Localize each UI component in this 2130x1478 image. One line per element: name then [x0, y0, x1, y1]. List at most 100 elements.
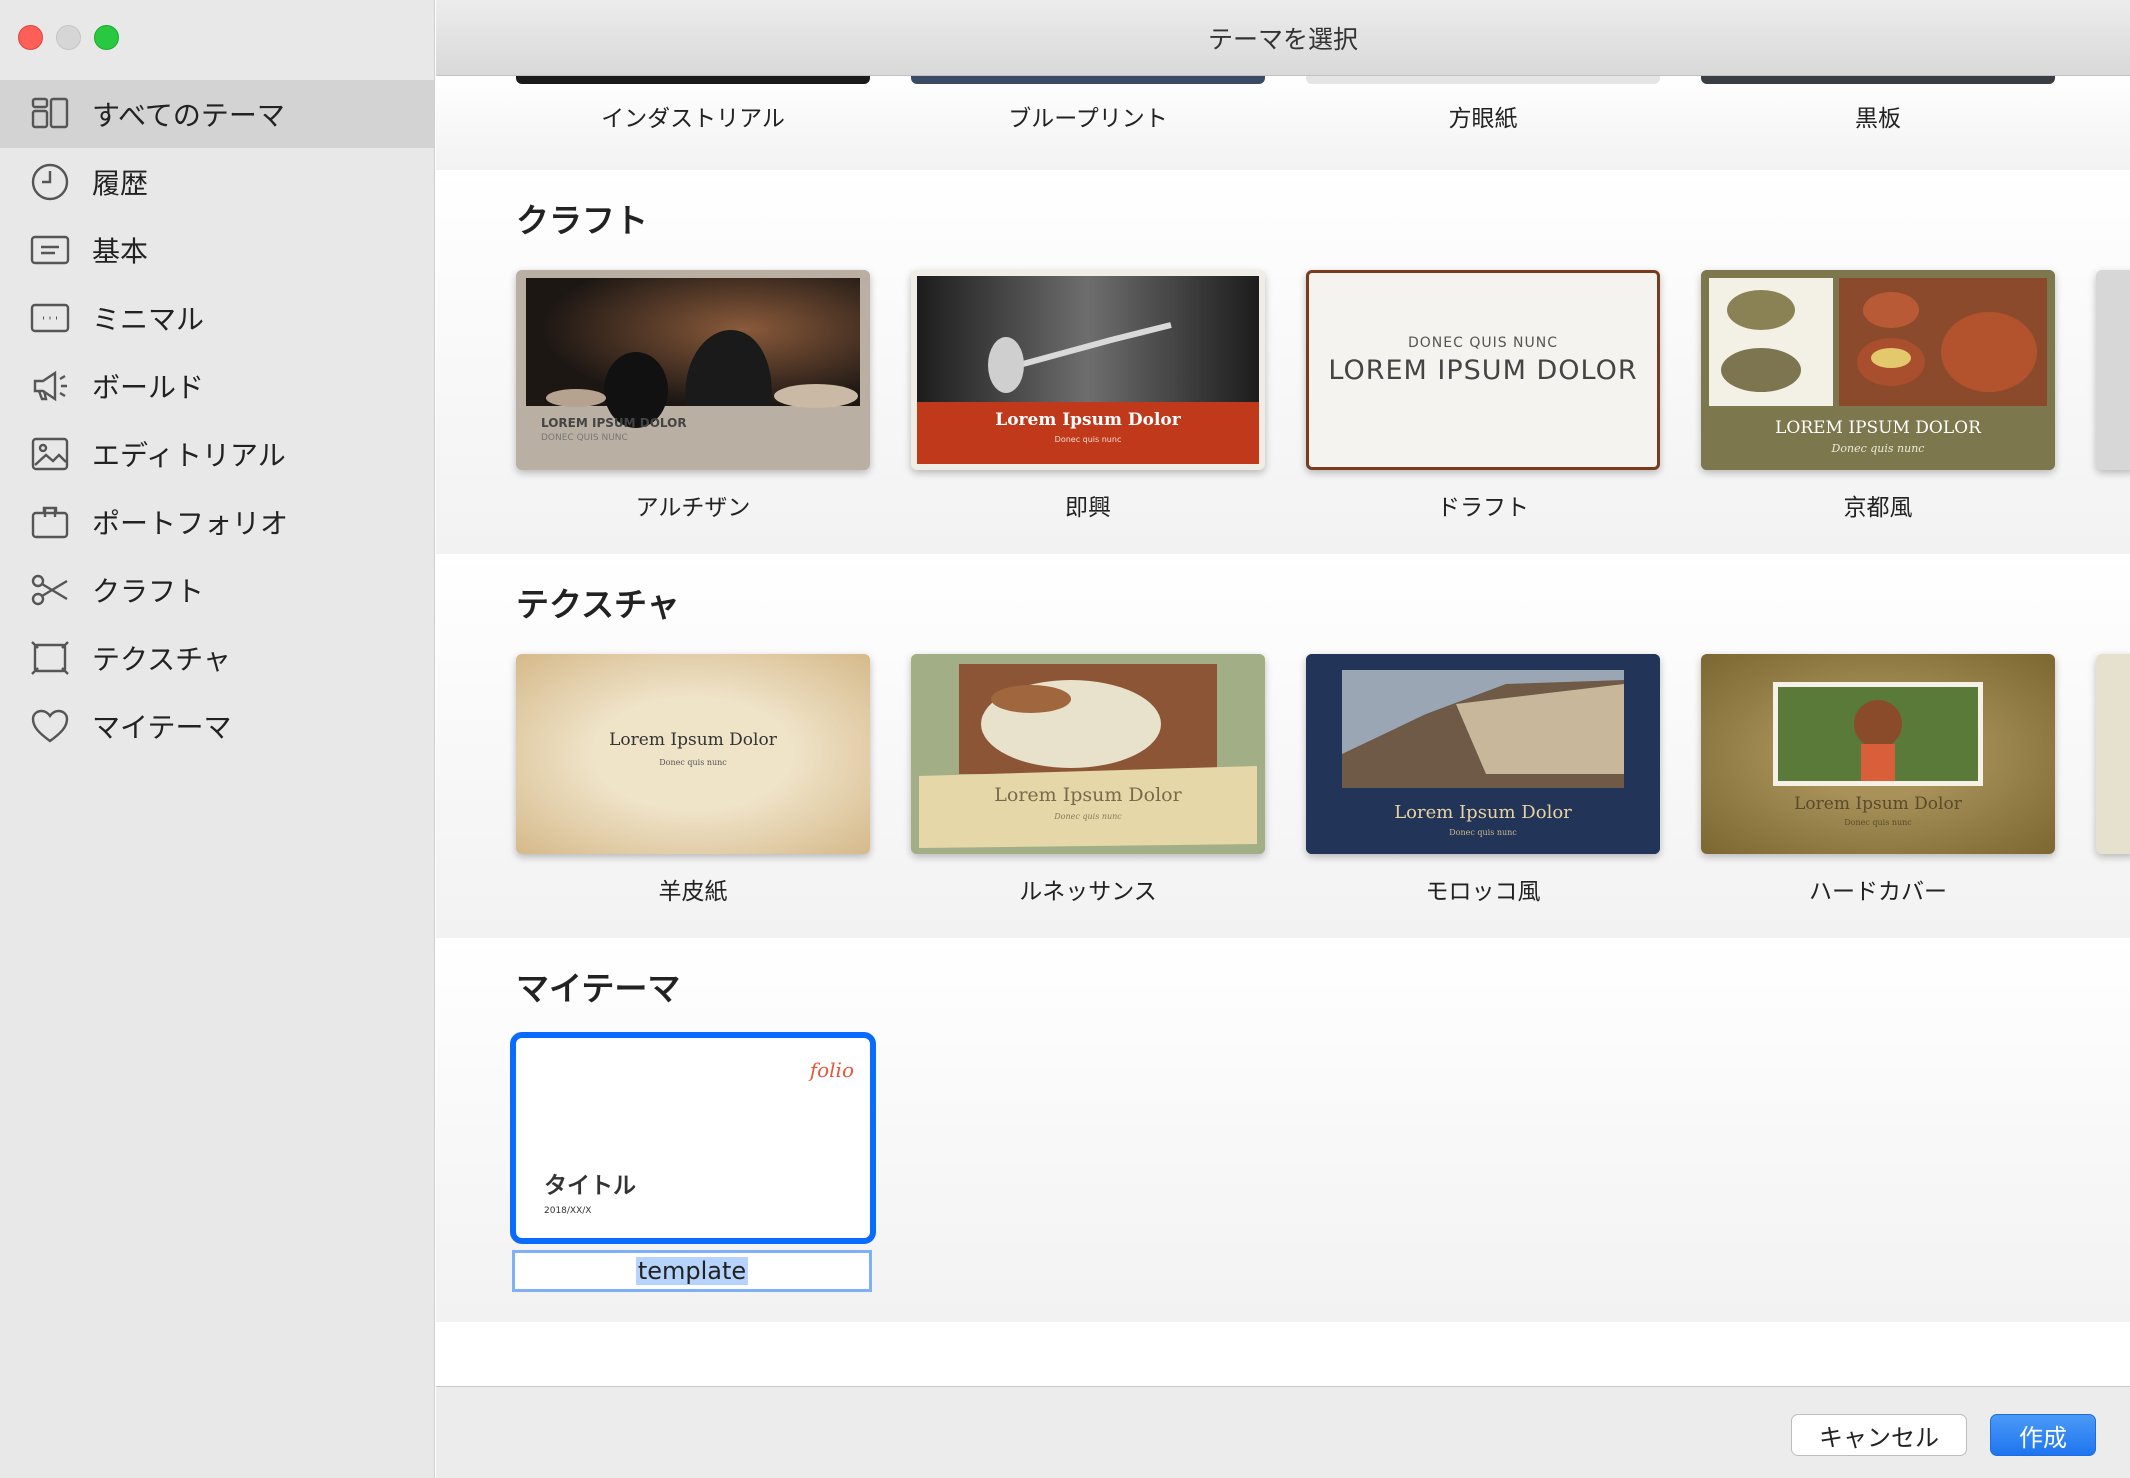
theme-thumbnail-parchment[interactable]: Lorem Ipsum Dolor Donec quis nunc [516, 654, 870, 854]
thumbnail-subtitle: Donec quis nunc [1054, 435, 1122, 444]
sidebar-item-my-themes[interactable]: マイテーマ [0, 692, 434, 760]
theme-label: 羊皮紙 [658, 879, 728, 905]
thumbnail-title: Lorem Ipsum Dolor [995, 410, 1181, 430]
theme-thumbnail-moroccan[interactable]: Lorem Ipsum Dolor Donec quis nunc [1306, 654, 1660, 854]
sidebar-item-editorial[interactable]: エディトリアル [0, 420, 434, 488]
theme-label: ドラフト [1437, 495, 1529, 521]
thumbnail-subtitle: Donec quis nunc [1054, 812, 1122, 821]
heart-icon [28, 704, 72, 748]
thumbnail-title: Lorem Ipsum Dolor [994, 784, 1182, 806]
theme-label: ハードカバー [1809, 879, 1947, 905]
kyoto-preview-image [1701, 270, 2055, 470]
clock-icon [28, 160, 72, 204]
theme-name-field[interactable]: template [512, 1250, 872, 1292]
sidebar-item-label: ポートフォリオ [92, 507, 289, 540]
theme-label: ルネッサンス [1019, 879, 1157, 905]
cancel-button[interactable]: キャンセル [1791, 1414, 1967, 1456]
thumbnail-subtitle: Donec quis nunc [1831, 442, 1925, 455]
basic-slide-icon [28, 228, 72, 272]
window-title-bar: テーマを選択 [436, 0, 2130, 76]
close-window-button[interactable] [18, 25, 43, 50]
megaphone-icon [28, 364, 72, 408]
theme-thumbnail-artisan[interactable]: LOREM IPSUM DOLOR DONEC QUIS NUNC [516, 270, 870, 470]
theme-label: 方眼紙 [1448, 106, 1518, 132]
sidebar-item-minimal[interactable]: ミニマル [0, 284, 434, 352]
sidebar-item-label: ミニマル [92, 303, 205, 336]
thumbnail-title: Lorem Ipsum Dolor [1394, 802, 1572, 823]
thumbnail-subtitle: DONEC QUIS NUNC [541, 433, 628, 443]
frame-icon [28, 636, 72, 680]
theme-thumbnail-kyoto[interactable]: LOREM IPSUM DOLOR Donec quis nunc [1701, 270, 2055, 470]
section-previous: インダストリアル ブループリント 方眼紙 黒板 [436, 76, 2130, 170]
sidebar-item-label: テクスチャ [92, 643, 231, 676]
sidebar-item-label: すべてのテーマ [92, 99, 285, 132]
thumbnail-title: タイトル [544, 1173, 636, 1199]
section-title: テクスチャ [516, 585, 680, 624]
section-title: マイテーマ [516, 969, 681, 1008]
minimal-slide-icon [28, 296, 72, 340]
theme-name-text: template [635, 1257, 749, 1285]
thumbnail-subtitle: Donec quis nunc [1449, 828, 1517, 837]
theme-label: 京都風 [1843, 495, 1913, 521]
theme-label: アルチザン [635, 495, 751, 521]
theme-thumbnail-partial[interactable] [2096, 654, 2130, 854]
thumbnail-date: 2018/XX/X [544, 1206, 592, 1216]
window-title: テーマを選択 [1207, 24, 1358, 54]
sidebar-item-label: エディトリアル [92, 439, 286, 472]
sidebar-item-label: 基本 [92, 235, 149, 268]
thumbnail-subtitle: DONEC QUIS NUNC [1407, 335, 1559, 351]
folio-logo: folio [809, 1058, 854, 1082]
section-my-themes: マイテーマ folio タイトル 2018/XX/X template [436, 938, 2130, 1322]
sidebar-item-label: 履歴 [92, 167, 149, 200]
thumbnail-title: Lorem Ipsum Dolor [1794, 794, 1962, 814]
section-texture: テクスチャ Lorem Ipsum Dolor Donec quis nunc … [436, 554, 2130, 938]
theme-thumbnail-chalkboard[interactable] [1701, 76, 2055, 84]
thumbnail-title: Lorem Ipsum Dolor [609, 730, 777, 750]
theme-label: 即興 [1065, 495, 1111, 521]
image-icon [28, 432, 72, 476]
theme-thumbnail-grid-paper[interactable] [1306, 76, 1660, 84]
theme-thumbnail-partial[interactable] [2096, 270, 2130, 470]
theme-thumbnail-blueprint[interactable] [911, 76, 1265, 84]
thumbnail-title: LOREM IPSUM DOLOR [1328, 355, 1638, 386]
sidebar-item-label: クラフト [92, 575, 205, 608]
theme-thumbnail-industrial[interactable] [516, 76, 870, 84]
sidebar-item-portfolio[interactable]: ポートフォリオ [0, 488, 434, 556]
window-controls [18, 25, 119, 50]
theme-label: 黒板 [1855, 106, 1901, 132]
renaissance-preview-image [911, 654, 1265, 854]
sidebar-item-label: ボールド [92, 371, 205, 404]
minimize-window-button[interactable] [56, 25, 81, 50]
sidebar: すべてのテーマ 履歴 基本 ミニマル ボールド エディトリアル ポートフォリオ … [0, 0, 435, 1478]
theme-thumbnail-template-selected[interactable]: folio タイトル 2018/XX/X [510, 1032, 876, 1244]
section-title: クラフト [516, 201, 648, 240]
dialog-footer: キャンセル 作成 [436, 1386, 2130, 1478]
theme-gallery: インダストリアル ブループリント 方眼紙 黒板 クラフト LOREM IPSUM… [436, 76, 2130, 1386]
section-craft: クラフト LOREM IPSUM DOLOR DONEC QUIS NUNC L… [436, 170, 2130, 554]
sidebar-item-bold[interactable]: ボールド [0, 352, 434, 420]
thumbnail-title: LOREM IPSUM DOLOR [1775, 418, 1981, 438]
moroccan-preview-image [1306, 654, 1660, 854]
theme-thumbnail-renaissance[interactable]: Lorem Ipsum Dolor Donec quis nunc [911, 654, 1265, 854]
briefcase-icon [28, 500, 72, 544]
theme-thumbnail-draft[interactable]: DONEC QUIS NUNC LOREM IPSUM DOLOR [1306, 270, 1660, 470]
theme-label: ブループリント [1008, 106, 1168, 132]
sidebar-item-texture[interactable]: テクスチャ [0, 624, 434, 692]
sidebar-item-basic[interactable]: 基本 [0, 216, 434, 284]
zoom-window-button[interactable] [94, 25, 119, 50]
sidebar-item-all-themes[interactable]: すべてのテーマ [0, 80, 434, 148]
thumbnail-subtitle: Donec quis nunc [1844, 818, 1912, 827]
thumbnail-title: LOREM IPSUM DOLOR [541, 416, 687, 430]
sidebar-item-recents[interactable]: 履歴 [0, 148, 434, 216]
scissors-icon [28, 568, 72, 612]
theme-label: インダストリアル [601, 106, 785, 132]
sidebar-item-label: マイテーマ [92, 711, 232, 744]
theme-thumbnail-improv[interactable]: Lorem Ipsum Dolor Donec quis nunc [911, 270, 1265, 470]
grid-icon [28, 92, 72, 136]
thumbnail-subtitle: Donec quis nunc [659, 758, 727, 767]
create-button[interactable]: 作成 [1990, 1414, 2096, 1456]
theme-label: モロッコ風 [1425, 879, 1541, 905]
category-list: すべてのテーマ 履歴 基本 ミニマル ボールド エディトリアル ポートフォリオ … [0, 80, 434, 760]
sidebar-item-craft[interactable]: クラフト [0, 556, 434, 624]
theme-thumbnail-hardcover[interactable]: Lorem Ipsum Dolor Donec quis nunc [1701, 654, 2055, 854]
